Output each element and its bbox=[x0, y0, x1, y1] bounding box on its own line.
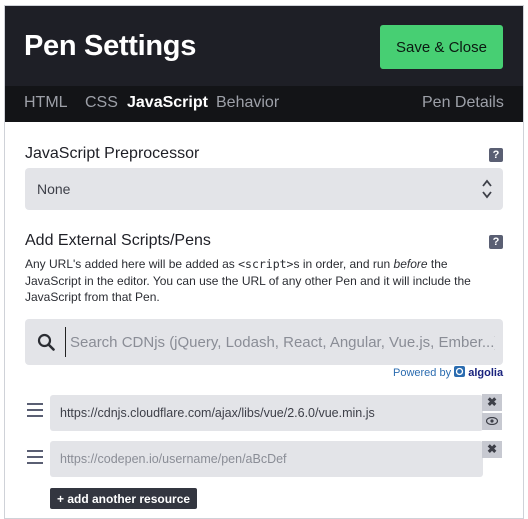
algolia-icon bbox=[454, 366, 466, 377]
select-arrows-icon bbox=[482, 179, 492, 199]
search-input[interactable] bbox=[65, 327, 495, 357]
tab-pen-details[interactable]: Pen Details bbox=[422, 93, 504, 113]
add-resource-button[interactable]: + add another resource bbox=[50, 488, 198, 509]
remove-resource-button[interactable]: ✖ bbox=[482, 394, 502, 411]
help-icon[interactable]: ? bbox=[489, 148, 503, 162]
remove-resource-button[interactable]: ✖ bbox=[482, 441, 502, 458]
tab-behavior[interactable]: Behavior bbox=[216, 93, 279, 113]
drag-handle-icon[interactable] bbox=[27, 450, 43, 466]
desc-text: s in order, and run bbox=[293, 257, 394, 271]
resource-url-input[interactable] bbox=[50, 395, 483, 431]
preprocessor-value: None bbox=[37, 181, 71, 197]
help-icon[interactable]: ? bbox=[489, 235, 503, 249]
external-scripts-title: Add External Scripts/Pens bbox=[25, 232, 211, 249]
preprocessor-select[interactable]: None bbox=[25, 168, 503, 210]
preprocessor-title: JavaScript Preprocessor bbox=[25, 145, 200, 162]
drag-handle-icon[interactable] bbox=[27, 403, 43, 419]
external-scripts-description: Any URL's added here will be added as <s… bbox=[25, 256, 505, 306]
desc-text: Any URL's added here will be added as bbox=[25, 257, 239, 271]
resource-row: ✖ bbox=[25, 441, 505, 481]
powered-by-algolia[interactable]: Powered by algolia bbox=[393, 366, 503, 380]
cdnjs-search bbox=[25, 319, 503, 365]
page-title: Pen Settings bbox=[24, 30, 197, 62]
powered-by-label: Powered by bbox=[393, 367, 452, 379]
view-resource-button[interactable] bbox=[482, 413, 502, 430]
eye-icon bbox=[485, 416, 499, 426]
resource-row: ✖ bbox=[25, 394, 505, 434]
algolia-brand: algolia bbox=[468, 367, 504, 379]
pen-settings-modal: Pen Settings Save & Close HTML CSS JavaS… bbox=[4, 5, 524, 519]
resource-url-input[interactable] bbox=[50, 441, 483, 477]
tab-html[interactable]: HTML bbox=[24, 93, 68, 113]
modal-header: Pen Settings Save & Close bbox=[5, 6, 523, 86]
desc-emphasis: before bbox=[393, 257, 428, 271]
settings-tabs: HTML CSS JavaScript Behavior Pen Details bbox=[5, 86, 523, 122]
tab-css[interactable]: CSS bbox=[85, 93, 118, 113]
save-close-button[interactable]: Save & Close bbox=[380, 25, 503, 69]
tab-javascript[interactable]: JavaScript bbox=[127, 93, 208, 113]
search-icon bbox=[37, 333, 55, 351]
desc-code: <script> bbox=[238, 257, 294, 271]
